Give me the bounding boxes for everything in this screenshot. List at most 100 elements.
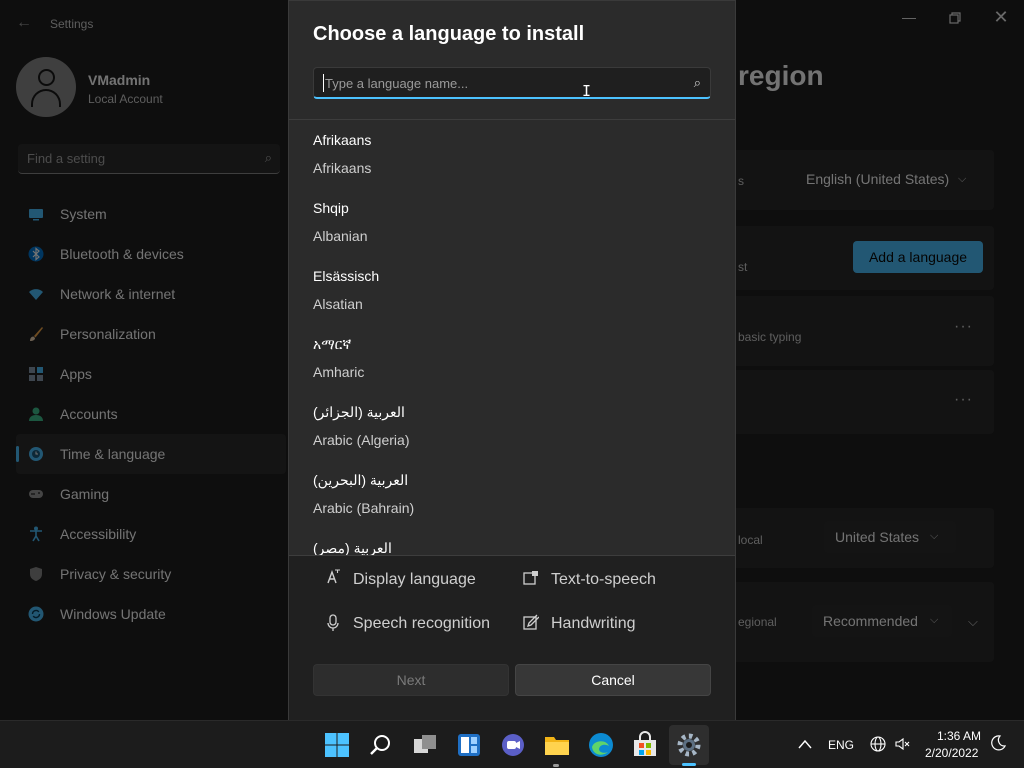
expand-chevron-icon[interactable]: ⌵ — [968, 614, 978, 630]
sidebar-item-windows-update[interactable]: Windows Update — [16, 594, 286, 634]
sidebar-item-label: Accessibility — [60, 526, 137, 542]
display-language-value[interactable]: English (United States) — [806, 171, 949, 187]
start-icon[interactable] — [323, 731, 351, 759]
find-setting-input[interactable]: Find a setting ⌕ — [18, 144, 280, 174]
sidebar-item-system[interactable]: System — [16, 194, 286, 234]
more-options-icon[interactable]: ··· — [954, 391, 973, 409]
language-english-name: Amharic — [313, 364, 365, 380]
chevron-down-icon: ⌵ — [958, 173, 967, 185]
language-features-panel: Display language Text-to-speech Speech r… — [289, 555, 735, 721]
file-explorer-icon[interactable] — [543, 731, 571, 759]
accessibility-icon — [30, 526, 42, 542]
feature-text-to-speech: Text-to-speech — [551, 571, 656, 588]
sidebar-item-apps[interactable]: Apps — [16, 354, 286, 394]
sidebar-item-label: Network & internet — [60, 286, 176, 302]
language-search-placeholder: Type a language name... — [325, 76, 469, 91]
sidebar-item-gaming[interactable]: Gaming — [16, 474, 286, 514]
chevron-up-icon[interactable] — [798, 736, 812, 752]
list-item[interactable]: العربية (الجزائر) Arabic (Algeria) — [289, 392, 735, 460]
volume-muted-icon[interactable] — [894, 736, 910, 755]
sidebar-item-network[interactable]: Network & internet — [16, 274, 286, 314]
update-icon — [28, 606, 44, 622]
sidebar-nav: System Bluetooth & devices Network & int… — [16, 194, 286, 634]
system-icon — [29, 209, 43, 221]
feature-display-language: Display language — [353, 571, 476, 588]
clock-time[interactable]: 1:36 AM — [937, 729, 981, 743]
language-native-name: العربية (الجزائر) — [313, 404, 405, 420]
list-item[interactable]: Shqip Albanian — [289, 188, 735, 256]
sidebar-item-accessibility[interactable]: Accessibility — [16, 514, 286, 554]
chat-icon[interactable] — [499, 731, 527, 759]
sidebar-item-label: Accounts — [60, 406, 118, 422]
language-list[interactable]: Afrikaans Afrikaans Shqip Albanian Elsäs… — [289, 120, 735, 555]
search-icon[interactable] — [367, 731, 395, 759]
sidebar-item-label: System — [60, 206, 107, 222]
sidebar-item-label: Windows Update — [60, 606, 166, 622]
gamepad-icon — [29, 490, 43, 498]
clock-date[interactable]: 2/20/2022 — [925, 746, 978, 760]
windows-display-language-card: s English (United States) ⌵ — [736, 150, 994, 210]
focus-assist-moon-icon[interactable] — [990, 735, 1007, 754]
search-icon: ⌕ — [264, 150, 272, 165]
store-icon[interactable] — [631, 731, 659, 759]
language-native-name: Elsässisch — [313, 268, 380, 284]
network-globe-icon[interactable] — [870, 736, 886, 755]
sidebar-item-time-language[interactable]: Time & language — [16, 434, 286, 474]
accounts-icon — [29, 407, 43, 421]
language-english-name: Afrikaans — [313, 160, 372, 176]
feature-speech-recognition: Speech recognition — [353, 615, 490, 632]
more-options-icon[interactable]: ··· — [954, 318, 973, 336]
microphone-icon — [327, 614, 339, 636]
globe-clock-icon — [29, 447, 43, 461]
next-button[interactable]: Next — [313, 664, 509, 696]
language-english-name: Albanian — [313, 228, 368, 244]
sidebar-item-label: Privacy & security — [60, 566, 172, 582]
language-native-name: العربية (البحرين) — [313, 472, 409, 488]
taskbar: ENG 1:36 AM 2/20/2022 — [0, 720, 1024, 768]
language-native-name: አማርኛ — [313, 336, 352, 352]
list-item[interactable]: Afrikaans Afrikaans — [289, 120, 735, 188]
sidebar-item-bluetooth[interactable]: Bluetooth & devices — [16, 234, 286, 274]
edge-icon[interactable] — [587, 731, 615, 759]
text-cursor-icon: I — [582, 82, 592, 100]
account-type: Local Account — [88, 92, 163, 106]
avatar[interactable] — [16, 57, 76, 117]
feature-handwriting: Handwriting — [551, 615, 636, 632]
minimize-button[interactable]: — — [893, 8, 925, 28]
regional-format-dropdown[interactable]: Recommended ⌵ — [812, 605, 952, 637]
language-native-name: Afrikaans — [313, 132, 372, 148]
language-indicator[interactable]: ENG — [828, 738, 854, 752]
sidebar-item-personalization[interactable]: Personalization — [16, 314, 286, 354]
maximize-button[interactable] — [939, 8, 971, 28]
cancel-button[interactable]: Cancel — [515, 664, 711, 696]
page-title: region — [738, 60, 824, 91]
list-item[interactable]: العربية (مصر) — [289, 528, 735, 555]
list-item[interactable]: العربية (البحرين) Arabic (Bahrain) — [289, 460, 735, 528]
search-icon: ⌕ — [693, 75, 701, 90]
app-title: Settings — [50, 17, 94, 31]
brush-icon — [30, 327, 43, 341]
display-language-icon — [325, 569, 341, 591]
sidebar-item-label: Bluetooth & devices — [60, 246, 184, 262]
shield-icon — [30, 567, 42, 581]
active-indicator — [682, 763, 696, 766]
back-arrow-icon[interactable]: ← — [16, 14, 32, 32]
country-dropdown[interactable]: United States ⌵ — [824, 521, 956, 553]
settings-icon[interactable] — [675, 731, 703, 759]
close-button[interactable]: ✕ — [985, 8, 1017, 28]
task-view-icon[interactable] — [411, 731, 439, 759]
sidebar-item-label: Apps — [60, 366, 92, 382]
handwriting-icon — [523, 614, 540, 634]
sidebar-item-privacy[interactable]: Privacy & security — [16, 554, 286, 594]
apps-icon — [29, 367, 43, 381]
sidebar-item-label: Personalization — [60, 326, 156, 342]
running-indicator — [553, 764, 559, 767]
language-english-name: Alsatian — [313, 296, 363, 312]
sidebar-item-label: Time & language — [60, 446, 166, 462]
widgets-icon[interactable] — [455, 731, 483, 759]
list-item[interactable]: አማርኛ Amharic — [289, 324, 735, 392]
list-item[interactable]: Elsässisch Alsatian — [289, 256, 735, 324]
sidebar-item-accounts[interactable]: Accounts — [16, 394, 286, 434]
language-search-input[interactable]: Type a language name... ⌕ — [313, 67, 711, 99]
add-a-language-button[interactable]: Add a language — [853, 241, 983, 273]
